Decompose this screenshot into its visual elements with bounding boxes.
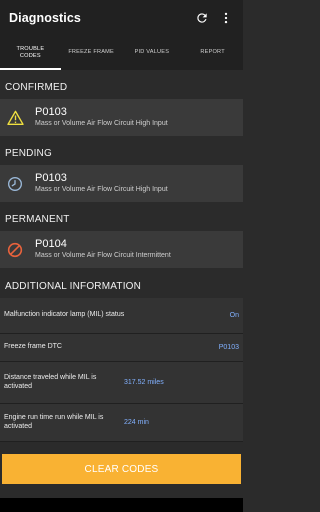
app-title: Diagnostics bbox=[9, 10, 81, 25]
more-vert-icon[interactable] bbox=[217, 8, 235, 28]
prohibited-icon bbox=[0, 242, 30, 258]
info-label: Freeze frame DTC bbox=[4, 343, 62, 351]
info-row-runtime-mil: Engine run time run while MIL is activat… bbox=[0, 404, 243, 442]
app-bar: Diagnostics bbox=[0, 0, 243, 35]
warning-icon bbox=[0, 110, 30, 125]
confirmed-code-row[interactable]: P0103 Mass or Volume Air Flow Circuit Hi… bbox=[0, 99, 243, 136]
tab-label: REPORT bbox=[200, 49, 225, 55]
section-permanent-title: PERMANENT bbox=[5, 214, 70, 225]
system-nav-bar bbox=[0, 498, 243, 512]
dtc-description: Mass or Volume Air Flow Circuit High Inp… bbox=[35, 120, 168, 127]
info-label: Engine run time run while MIL is activat… bbox=[4, 414, 104, 430]
footer: CLEAR CODES bbox=[0, 446, 243, 512]
dtc-code: P0104 bbox=[35, 238, 67, 250]
info-label: Malfunction indicator lamp (MIL) status bbox=[4, 311, 125, 319]
info-row-mil-status: Malfunction indicator lamp (MIL) status … bbox=[0, 298, 243, 334]
tab-label: FREEZE FRAME bbox=[68, 49, 114, 55]
tab-trouble-codes[interactable]: TROUBLE CODES bbox=[0, 35, 61, 70]
tab-freeze-frame[interactable]: FREEZE FRAME bbox=[61, 35, 122, 70]
dtc-description: Mass or Volume Air Flow Circuit Intermit… bbox=[35, 252, 171, 259]
section-pending-title: PENDING bbox=[5, 148, 52, 159]
tab-report[interactable]: REPORT bbox=[182, 35, 243, 70]
pending-code-row[interactable]: P0103 Mass or Volume Air Flow Circuit Hi… bbox=[0, 165, 243, 202]
refresh-icon[interactable] bbox=[193, 8, 211, 28]
info-value: P0103 bbox=[218, 344, 239, 351]
dtc-code: P0103 bbox=[35, 106, 67, 118]
dtc-description: Mass or Volume Air Flow Circuit High Inp… bbox=[35, 186, 168, 193]
info-label: Distance traveled while MIL is activated bbox=[4, 374, 97, 390]
tab-label: PID VALUES bbox=[134, 49, 170, 55]
permanent-code-row[interactable]: P0104 Mass or Volume Air Flow Circuit In… bbox=[0, 231, 243, 268]
dtc-code: P0103 bbox=[35, 172, 67, 184]
section-confirmed-title: CONFIRMED bbox=[5, 82, 68, 93]
section-additional-title: ADDITIONAL INFORMATION bbox=[5, 281, 142, 292]
info-row-freeze-frame-dtc: Freeze frame DTC P0103 bbox=[0, 334, 243, 362]
tab-pid-values[interactable]: PID VALUES bbox=[122, 35, 183, 70]
info-row-distance-mil: Distance traveled while MIL is activated… bbox=[0, 362, 243, 404]
tab-bar: TROUBLE CODES FREEZE FRAME PID VALUES RE… bbox=[0, 35, 243, 70]
clock-icon bbox=[0, 176, 30, 192]
tab-label: TROUBLE CODES bbox=[16, 45, 45, 59]
info-value: 224 min bbox=[124, 419, 149, 426]
info-value: 317.52 miles bbox=[124, 379, 164, 386]
clear-codes-button[interactable]: CLEAR CODES bbox=[2, 454, 241, 484]
info-value: On bbox=[229, 312, 239, 319]
